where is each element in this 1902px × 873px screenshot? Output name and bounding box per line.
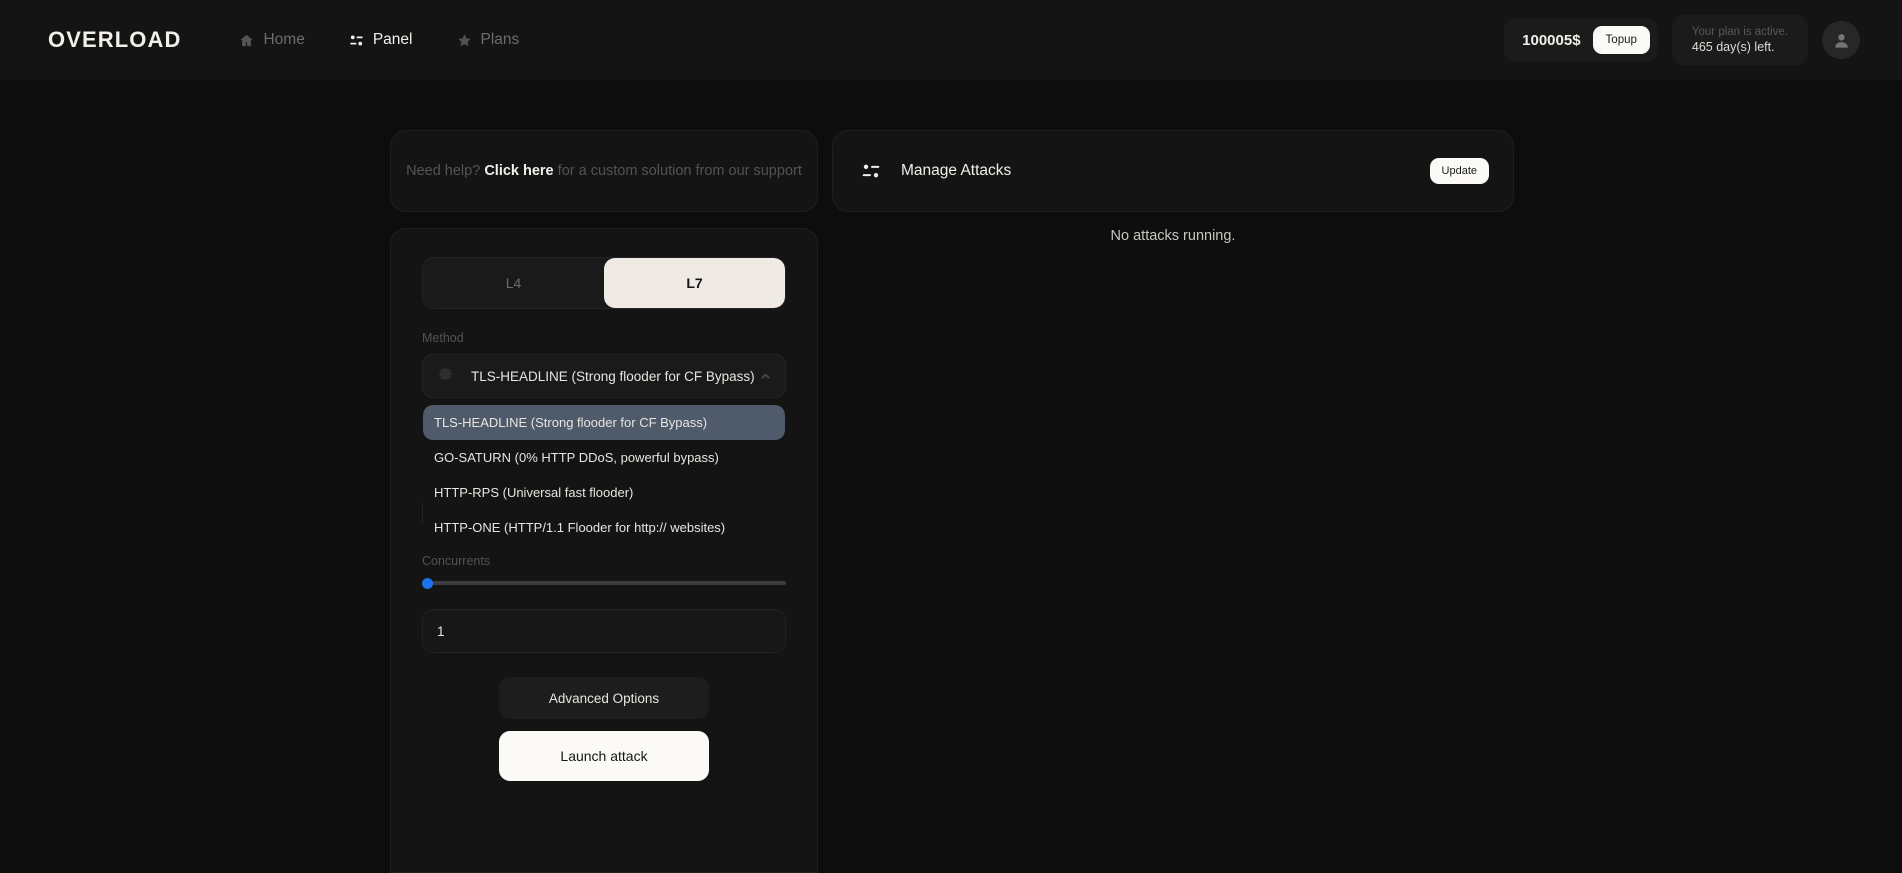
header-right-cluster: 100005$ Topup Your plan is active. 465 d…: [1504, 15, 1860, 65]
attack-config-panel: L4 L7 Method TLS-HEADLINE (Strong floode…: [390, 228, 818, 873]
sliders-icon: [350, 35, 363, 45]
method-dropdown: TLS-HEADLINE (Strong flooder for CF Bypa…: [423, 405, 785, 545]
manage-attacks-title: Manage Attacks: [901, 162, 1012, 179]
concurrents-slider[interactable]: [422, 578, 786, 589]
nav-item-panel[interactable]: Panel: [349, 31, 413, 49]
star-icon: [457, 33, 471, 46]
layer-tabs: L4 L7: [422, 257, 786, 309]
advanced-options-button[interactable]: Advanced Options: [499, 677, 709, 719]
launch-attack-button[interactable]: Launch attack: [499, 731, 709, 781]
concurrents-label: Concurrents: [422, 554, 491, 568]
user-icon: [1834, 33, 1848, 48]
plan-status-text: Your plan is active.: [1691, 26, 1788, 38]
tab-l7[interactable]: L7: [604, 258, 785, 308]
main-stage: Need help? Click here for a custom solut…: [0, 80, 1902, 873]
help-text: Need help? Click here for a custom solut…: [406, 163, 802, 179]
method-option-2[interactable]: HTTP-RPS (Universal fast flooder): [423, 475, 785, 510]
update-button[interactable]: Update: [1429, 158, 1489, 184]
method-select[interactable]: TLS-HEADLINE (Strong flooder for CF Bypa…: [422, 354, 786, 545]
concurrents-input[interactable]: 1: [422, 609, 786, 653]
nav-label-home: Home: [263, 31, 305, 48]
method-option-3[interactable]: HTTP-ONE (HTTP/1.1 Flooder for http:// w…: [423, 510, 785, 545]
nav-item-plans[interactable]: Plans: [457, 31, 520, 49]
method-selected-value: TLS-HEADLINE (Strong flooder for CF Bypa…: [471, 368, 755, 384]
help-suffix: for a custom solution from our support: [553, 163, 802, 179]
no-attacks-message: No attacks running.: [1110, 228, 1236, 244]
avatar[interactable]: [1822, 21, 1860, 59]
slider-track: [422, 581, 786, 585]
nav-item-home[interactable]: Home: [239, 31, 305, 49]
nav-label-panel: Panel: [372, 31, 413, 48]
help-prefix: Need help?: [406, 163, 485, 179]
help-link[interactable]: Click here: [484, 163, 553, 179]
method-option-1[interactable]: GO-SATURN (0% HTTP DDoS, powerful bypass…: [423, 440, 785, 475]
tab-l4[interactable]: L4: [423, 258, 604, 308]
slider-thumb[interactable]: [422, 578, 433, 589]
balance-card: 100005$ Topup: [1504, 18, 1658, 62]
gear-icon: [439, 367, 452, 380]
nav-label-plans: Plans: [480, 31, 520, 48]
plan-status-card: Your plan is active. 465 day(s) left.: [1671, 15, 1808, 65]
method-option-0[interactable]: TLS-HEADLINE (Strong flooder for CF Bypa…: [423, 405, 785, 440]
sliders-icon: [862, 164, 880, 178]
balance-amount: 100005$: [1522, 31, 1581, 49]
plan-days-left: 465 day(s) left.: [1691, 40, 1775, 54]
topup-button[interactable]: Topup: [1592, 26, 1650, 54]
method-label: Method: [422, 331, 464, 345]
home-icon: [240, 34, 254, 46]
support-help-card: Need help? Click here for a custom solut…: [390, 130, 818, 212]
main-navigation: Home Panel Plans: [239, 31, 519, 49]
manage-attacks-card: Manage Attacks Update: [832, 130, 1514, 212]
chevron-up-icon: [761, 372, 770, 379]
brand-logo: OVERLOAD: [48, 27, 182, 52]
top-header: OVERLOAD Home Panel Plans 100005$ Topup: [0, 0, 1902, 80]
